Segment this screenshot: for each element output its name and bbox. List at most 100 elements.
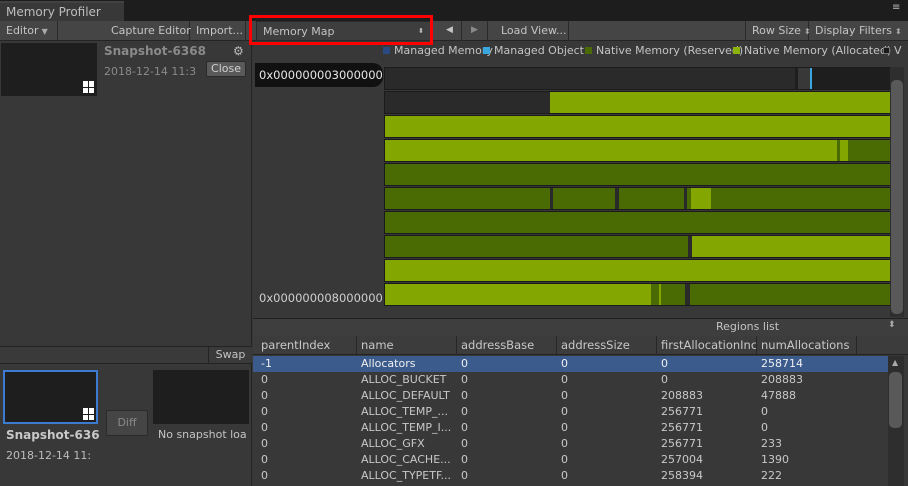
memory-map-row[interactable] (384, 163, 891, 186)
memory-segment[interactable] (793, 140, 837, 161)
table-cell: 0 (461, 421, 468, 434)
memory-segment[interactable] (691, 188, 711, 209)
row-size-dropdown[interactable]: Row Size ⬍ (745, 21, 811, 41)
memory-map-row[interactable] (384, 91, 891, 114)
editor-dropdown[interactable]: Editor ▼ (0, 21, 58, 41)
swap-button[interactable]: Swap (208, 347, 252, 363)
legend-item[interactable]: Managed Object (483, 44, 584, 57)
table-cell: ALLOC_CACHE... (361, 453, 451, 466)
legend-swatch (483, 47, 490, 54)
memory-segment[interactable] (385, 164, 891, 185)
regions-dropdown-icon[interactable]: ⬍ (888, 320, 896, 330)
legend-label: Native Memory (Allocated) (744, 44, 892, 57)
toolbar: Editor ▼ Capture Editor Import... Memory … (0, 21, 908, 41)
display-filters-dropdown[interactable]: Display Filters ⬍ (809, 21, 908, 41)
capture-editor-button[interactable]: Capture Editor (105, 21, 191, 41)
memory-segment[interactable] (651, 284, 659, 305)
scroll-up-icon[interactable]: ▲ (892, 358, 898, 367)
memory-segment[interactable] (619, 188, 684, 209)
memory-map-row[interactable] (384, 211, 891, 234)
memory-map-rows[interactable] (384, 67, 891, 319)
memory-segment[interactable] (553, 188, 615, 209)
memory-segment[interactable] (661, 284, 685, 305)
table-row[interactable]: 0 ALLOC_TEMP_I... 0 0 256771 0 (253, 420, 888, 436)
load-view-button[interactable]: Load View... (495, 21, 569, 41)
memory-segment[interactable] (690, 284, 891, 305)
col-parent-index[interactable]: parentIndex (257, 336, 357, 355)
legend-item[interactable]: V (883, 44, 902, 57)
memory-segment[interactable] (385, 260, 891, 281)
back-button[interactable]: ◀ (438, 21, 462, 41)
table-cell: 0 (261, 389, 268, 402)
col-address-base[interactable]: addressBase (457, 336, 557, 355)
memory-segment[interactable] (795, 68, 798, 89)
legend-label: Managed Object (494, 44, 584, 57)
memory-map-row[interactable] (384, 139, 891, 162)
legend-swatch (733, 47, 740, 54)
table-cell: 47888 (761, 389, 796, 402)
memory-segment[interactable] (840, 140, 848, 161)
import-button[interactable]: Import... (190, 21, 246, 41)
memory-segment[interactable] (385, 188, 550, 209)
memory-profiler-window: Memory Profiler ≡ Editor ▼ Capture Editor… (0, 0, 908, 486)
memory-segment[interactable] (550, 92, 891, 113)
settings-icon[interactable]: ⚙ (233, 44, 244, 58)
window-menu-icon[interactable]: ≡ (892, 3, 904, 17)
table-row[interactable]: 0 ALLOC_TYPETF... 0 0 258394 222 (253, 468, 888, 484)
snapshot-b-thumbnail[interactable] (3, 370, 98, 424)
memory-legend: Managed Memory Managed Object Native Mem… (383, 41, 908, 61)
memory-segment[interactable] (385, 236, 688, 257)
memory-segment[interactable] (385, 212, 891, 233)
memory-segment[interactable] (692, 236, 891, 257)
col-address-size[interactable]: addressSize (557, 336, 657, 355)
legend-label: V (894, 44, 902, 57)
memory-map-row[interactable] (384, 187, 891, 210)
memory-segment[interactable] (385, 140, 793, 161)
tab-memory-profiler[interactable]: Memory Profiler (0, 1, 124, 21)
table-cell: 0 (561, 469, 568, 482)
memory-segment[interactable] (385, 284, 493, 305)
memory-segment[interactable] (385, 116, 891, 137)
col-first-allocation[interactable]: firstAllocationInc (657, 336, 757, 355)
memory-segment[interactable] (385, 92, 550, 113)
memory-map-row[interactable] (384, 259, 891, 282)
legend-item[interactable]: Native Memory (Reserved) (585, 44, 743, 57)
legend-item[interactable]: Native Memory (Allocated) (733, 44, 891, 57)
table-row[interactable]: 0 ALLOC_TEMP_... 0 0 256771 0 (253, 404, 888, 420)
snapshot-b-title: Snapshot-636 (6, 428, 100, 442)
diff-button[interactable]: Diff (106, 410, 148, 436)
legend-label: Managed Memory (394, 44, 493, 57)
table-cell: 256771 (661, 421, 703, 434)
empty-snapshot-slot[interactable] (153, 370, 249, 424)
table-cell: 0 (561, 389, 568, 402)
table-cell: 0 (261, 421, 268, 434)
memory-map-row[interactable] (384, 115, 891, 138)
memory-segment[interactable] (493, 284, 651, 305)
memory-segment[interactable] (848, 140, 891, 161)
table-row[interactable]: -1 Allocators 0 0 0 258714 (253, 356, 888, 372)
memory-map-row[interactable] (384, 235, 891, 258)
col-num-allocations[interactable]: numAllocations (757, 336, 857, 355)
table-cell: 0 (561, 373, 568, 386)
snapshot-a-thumbnail[interactable] (1, 43, 97, 96)
tab-strip (0, 0, 908, 21)
memory-map-row[interactable] (384, 283, 891, 306)
memory-segment[interactable] (711, 188, 737, 209)
table-row[interactable]: 0 ALLOC_BUCKET 0 0 0 208883 (253, 372, 888, 388)
table-row[interactable]: 0 ALLOC_DEFAULT 0 0 208883 47888 (253, 388, 888, 404)
table-row[interactable]: 0 ALLOC_CACHE... 0 0 257004 1390 (253, 452, 888, 468)
close-button[interactable]: Close (206, 61, 246, 77)
table-cell: 0 (661, 357, 668, 370)
memory-map-row[interactable] (384, 67, 891, 90)
forward-button[interactable]: ▶ (462, 21, 488, 41)
memory-segment[interactable] (812, 68, 891, 89)
table-scrollbar-thumb[interactable] (889, 372, 902, 428)
memory-segment[interactable] (385, 68, 795, 89)
memory-segment[interactable] (737, 188, 891, 209)
table-cell: 257004 (661, 453, 703, 466)
map-scrollbar-thumb[interactable] (891, 80, 903, 314)
table-row[interactable]: 0 ALLOC_GFX 0 0 256771 233 (253, 436, 888, 452)
display-filters-label: Display Filters (815, 24, 893, 37)
col-name[interactable]: name (357, 336, 457, 355)
legend-item[interactable]: Managed Memory (383, 44, 493, 57)
